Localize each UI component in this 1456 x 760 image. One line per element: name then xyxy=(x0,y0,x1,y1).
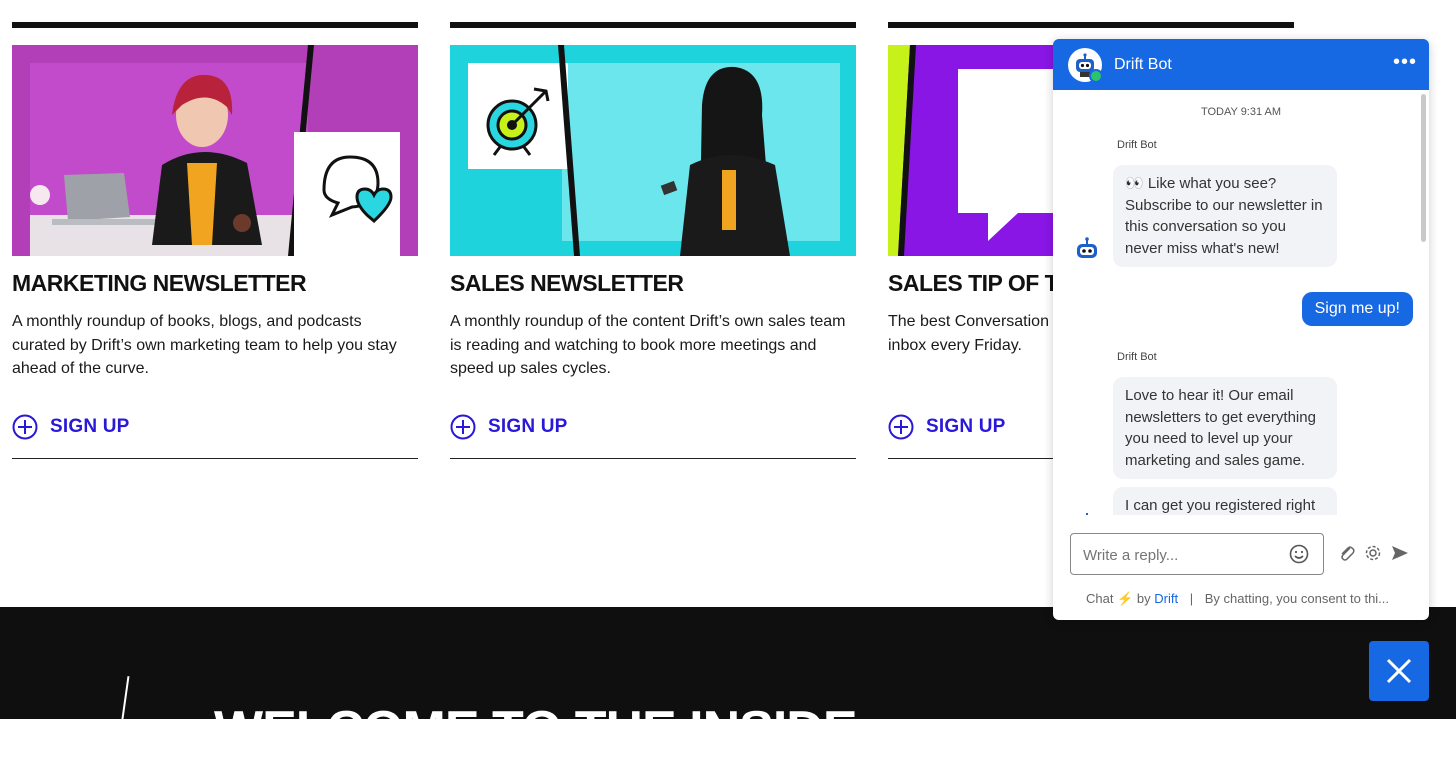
bot-avatar-icon xyxy=(1086,513,1088,515)
send-icon[interactable] xyxy=(1391,544,1409,562)
signup-button[interactable]: SIGN UP xyxy=(12,414,130,440)
card-divider xyxy=(12,458,418,459)
drift-link[interactable]: Drift xyxy=(1154,591,1178,606)
card-title: MARKETING NEWSLETTER xyxy=(12,270,307,296)
powered-prefix: Chat xyxy=(1086,591,1114,606)
card-top-rule xyxy=(450,22,856,28)
card-description: The best Conversation inbox every Friday… xyxy=(888,313,1049,354)
lightning-icon: ⚡ xyxy=(1117,591,1134,606)
close-icon xyxy=(1386,658,1412,684)
signup-label: SIGN UP xyxy=(488,416,568,437)
chat-messages[interactable]: TODAY 9:31 AM Drift Bot 👀 Like what you … xyxy=(1053,90,1429,515)
chat-title: Drift Bot xyxy=(1114,55,1172,73)
user-reply-sign-me-up[interactable]: Sign me up! xyxy=(1301,292,1413,326)
powered-by-text: by xyxy=(1136,591,1151,606)
plus-circle-icon xyxy=(450,414,476,440)
plus-circle-icon xyxy=(888,414,914,440)
plus-circle-icon xyxy=(12,414,38,440)
gear-icon[interactable] xyxy=(1364,544,1382,562)
chat-header: Drift Bot ••• xyxy=(1053,39,1429,90)
bot-message: I can get you registered right in xyxy=(1113,487,1337,515)
card-divider xyxy=(450,458,856,459)
card-top-rule xyxy=(888,22,1294,28)
chat-widget: Drift Bot ••• TODAY 9:31 AM Drift Bot 👀 … xyxy=(1053,39,1429,620)
bot-message: Love to hear it! Our email newsletters t… xyxy=(1113,377,1337,479)
card-description: A monthly roundup of books, blogs, and p… xyxy=(12,313,397,377)
smiley-icon[interactable] xyxy=(1289,544,1309,564)
online-status-dot xyxy=(1089,68,1103,83)
chat-timestamp: TODAY 9:31 AM xyxy=(1200,106,1282,118)
bot-avatar-icon xyxy=(1077,237,1097,258)
marketing-card-image xyxy=(12,45,418,256)
more-options-icon[interactable]: ••• xyxy=(1393,51,1417,74)
card-top-rule xyxy=(12,22,418,28)
newsletter-card-sales: SALES NEWSLETTER A monthly roundup of th… xyxy=(450,22,856,459)
signup-label: SIGN UP xyxy=(926,416,1006,437)
paperclip-icon[interactable] xyxy=(1338,544,1356,562)
signup-button[interactable]: SIGN UP xyxy=(450,414,568,440)
sales-card-image xyxy=(450,45,856,256)
message-sender: Drift Bot xyxy=(1117,351,1157,363)
reply-composer xyxy=(1070,533,1324,575)
welcome-headline: WELCOME TO THE INSIDE xyxy=(214,701,858,759)
consent-link[interactable]: By chatting, you consent to thi... xyxy=(1205,591,1389,606)
bot-message: 👀 Like what you see? Subscribe to our ne… xyxy=(1113,165,1337,267)
newsletter-card-marketing: MARKETING NEWSLETTER A monthly roundup o… xyxy=(12,22,418,459)
signup-button[interactable]: SIGN UP xyxy=(888,414,1006,440)
signup-label: SIGN UP xyxy=(50,416,130,437)
powered-by: Chat ⚡ by Drift | By chatting, you conse… xyxy=(1086,591,1389,607)
reply-input[interactable] xyxy=(1081,542,1285,568)
card-title: SALES NEWSLETTER xyxy=(450,270,684,296)
chat-close-button[interactable] xyxy=(1369,641,1429,701)
card-description: A monthly roundup of the content Drift’s… xyxy=(450,313,846,377)
bot-avatar xyxy=(1068,47,1103,83)
separator: | xyxy=(1189,591,1194,606)
message-sender: Drift Bot xyxy=(1117,139,1157,151)
